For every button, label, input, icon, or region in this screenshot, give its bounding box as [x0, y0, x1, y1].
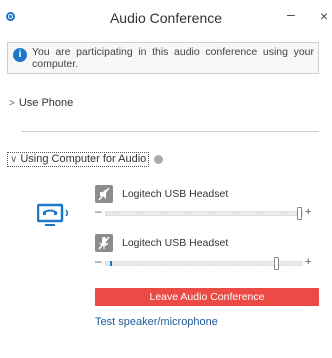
speaker-volume-thumb[interactable]	[297, 207, 302, 220]
microphone-volume-decrease[interactable]: –	[95, 254, 102, 268]
speaker-volume-slider[interactable]: – +	[95, 204, 319, 220]
test-speaker-microphone-link[interactable]: Test speaker/microphone	[95, 316, 218, 328]
microphone-input-level	[110, 261, 112, 266]
using-computer-section-header[interactable]: ∨ Using Computer for Audio	[7, 152, 164, 167]
info-banner: i You are participating in this audio co…	[7, 42, 319, 74]
divider	[21, 131, 319, 132]
use-phone-toggle[interactable]: > Use Phone	[9, 97, 73, 109]
using-computer-label: Using Computer for Audio	[20, 153, 147, 165]
speaker-volume-decrease[interactable]: –	[95, 204, 102, 218]
microphone-volume-thumb[interactable]	[274, 257, 279, 270]
microphone-volume-increase[interactable]: +	[305, 256, 311, 268]
speaker-volume-track[interactable]	[105, 207, 303, 220]
close-button[interactable]: ×	[320, 8, 328, 24]
computer-audio-icon	[37, 203, 69, 226]
speaker-volume-increase[interactable]: +	[305, 206, 311, 218]
speaker-muted-icon[interactable]	[95, 185, 113, 203]
help-icon[interactable]	[154, 155, 164, 164]
microphone-volume-slider[interactable]: – +	[95, 254, 319, 270]
title-bar: Audio Conference – ×	[0, 0, 332, 38]
microphone-device-label: Logitech USB Headset	[122, 237, 229, 249]
microphone-muted-icon[interactable]	[95, 234, 113, 252]
chevron-down-icon: ∨	[10, 154, 18, 165]
chevron-right-icon: >	[9, 97, 15, 109]
speaker-device-label: Logitech USB Headset	[122, 188, 229, 200]
microphone-volume-track[interactable]	[105, 257, 303, 270]
minimize-button[interactable]: –	[287, 6, 295, 22]
window-title: Audio Conference	[109, 10, 223, 26]
using-computer-toggle[interactable]: ∨ Using Computer for Audio	[7, 152, 150, 167]
leave-audio-conference-button[interactable]: Leave Audio Conference	[95, 288, 319, 306]
info-icon: i	[13, 48, 27, 62]
use-phone-label: Use Phone	[18, 97, 74, 109]
info-text: You are participating in this audio conf…	[32, 46, 314, 70]
